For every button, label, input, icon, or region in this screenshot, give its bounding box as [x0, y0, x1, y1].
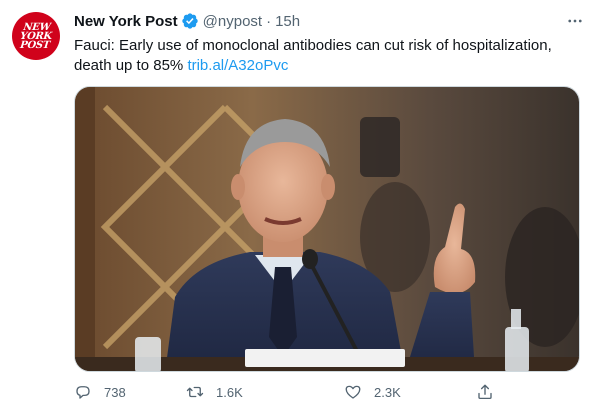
share-icon: [478, 384, 492, 400]
timestamp[interactable]: 15h: [275, 13, 300, 30]
tweet-text: Fauci: Early use of monoclonal antibodie…: [74, 37, 552, 74]
heart-icon: [345, 385, 361, 399]
retweet-count: 1.6K: [216, 384, 243, 400]
share-button[interactable]: [476, 380, 494, 404]
reply-button[interactable]: 738: [74, 380, 126, 404]
display-name[interactable]: New York Post: [74, 13, 178, 30]
tweet-link[interactable]: trib.al/A32oPvc: [187, 57, 288, 74]
handle[interactable]: @nypost: [203, 13, 262, 30]
avatar-logo-text: NEW YORK POST: [19, 21, 53, 51]
photo-illustration: [75, 87, 579, 371]
separator-dot: ·: [266, 12, 272, 30]
retweet-button[interactable]: 1.6K: [186, 380, 243, 404]
tweet-actions: 738 1.6K 2.3K: [74, 380, 514, 404]
tweet-media-photo[interactable]: [74, 86, 580, 372]
tweet-header: New York Post @nypost · 15h: [74, 11, 584, 31]
avatar[interactable]: NEW YORK POST: [12, 12, 60, 60]
like-button[interactable]: 2.3K: [344, 380, 401, 404]
reply-icon: [76, 386, 90, 399]
more-icon: [568, 19, 582, 23]
reply-count: 738: [104, 384, 126, 400]
like-count: 2.3K: [374, 384, 401, 400]
retweet-icon: [186, 386, 204, 398]
more-options-button[interactable]: [562, 8, 588, 34]
verified-badge-icon: [181, 12, 199, 30]
